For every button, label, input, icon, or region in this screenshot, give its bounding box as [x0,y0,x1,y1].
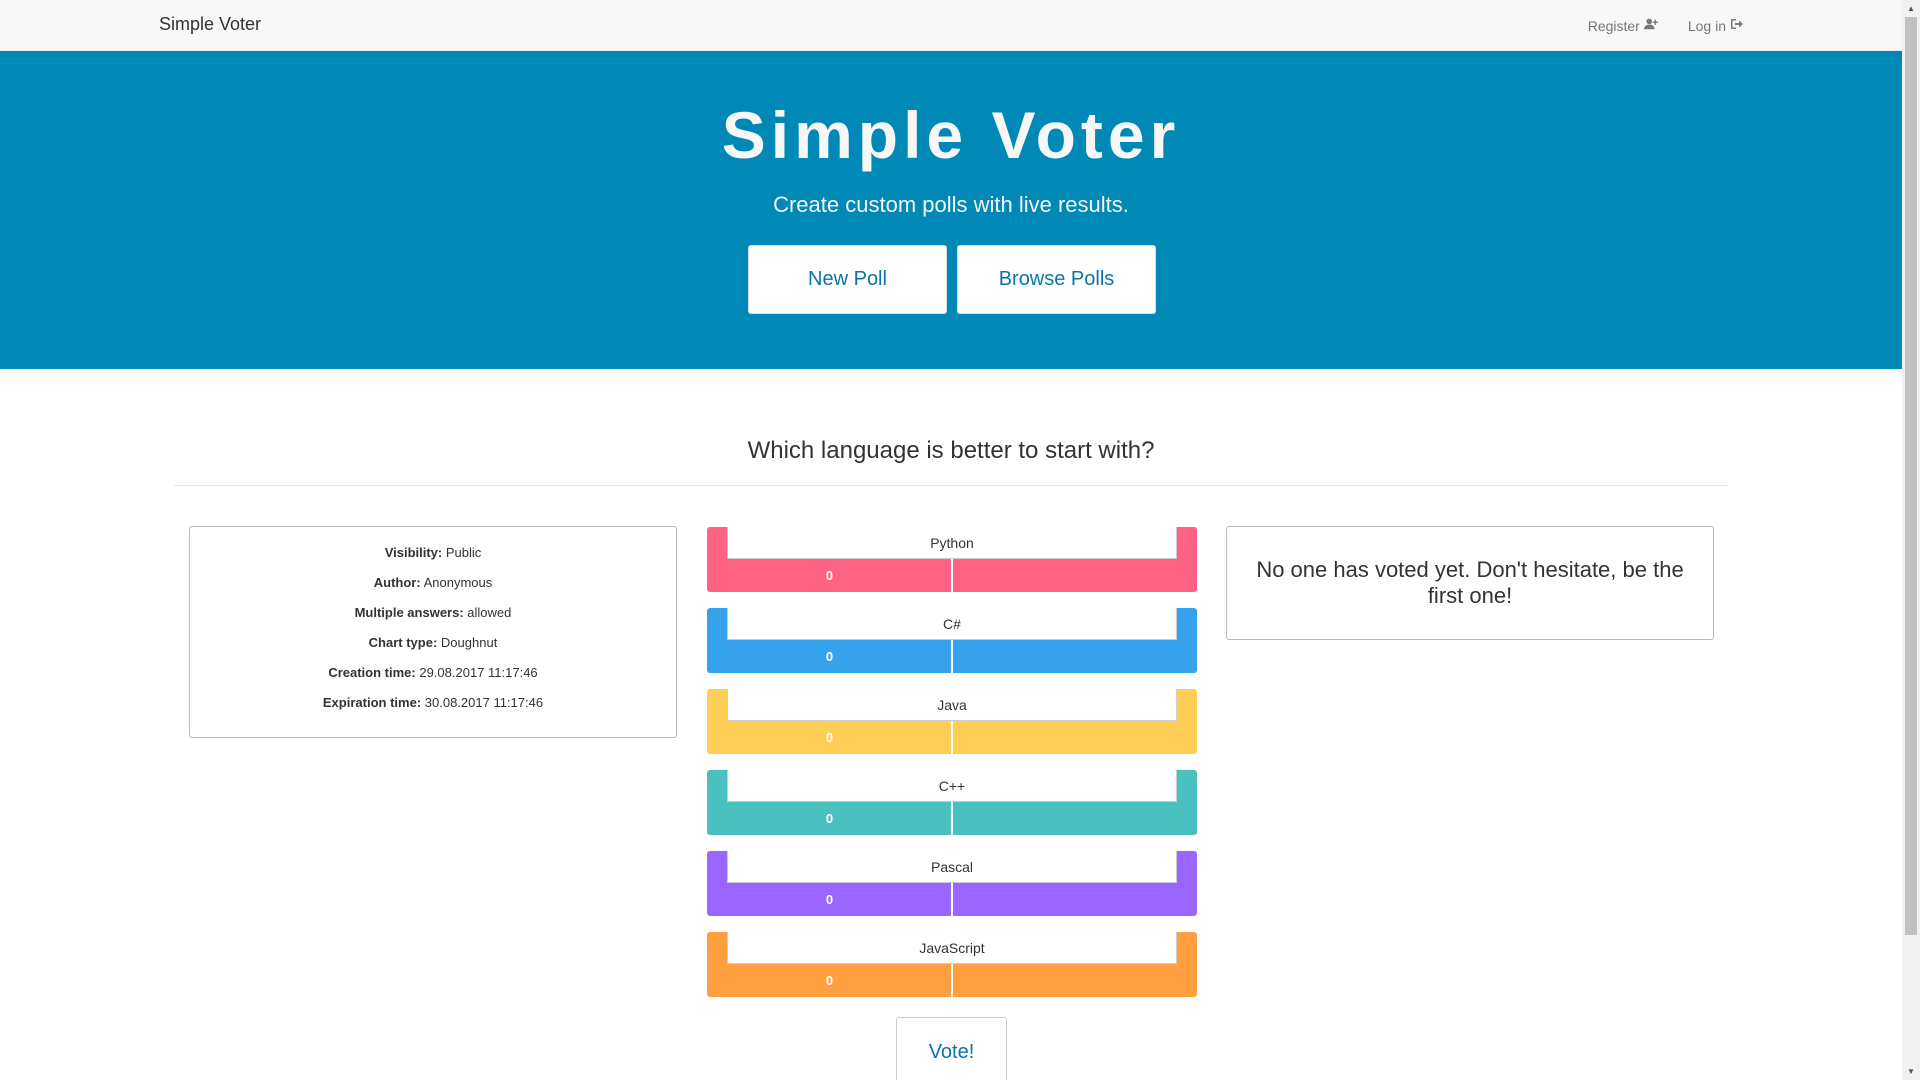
info-label: Chart type: [368,635,438,650]
option-vote-count: 0 [825,892,834,907]
info-label: Multiple answers: [354,605,464,620]
option-vote-count: 0 [825,730,834,745]
info-multiple-answers: Multiple answers: allowed [190,601,676,631]
option-divider [951,964,953,997]
brand-link[interactable]: Simple Voter [159,14,261,35]
divider [174,485,1728,486]
info-value: 29.08.2017 11:17:46 [419,665,538,680]
results-panel: No one has voted yet. Don't hesitate, be… [1226,526,1714,640]
sign-in-icon [1730,17,1744,34]
option-vote-count: 0 [825,568,834,583]
navbar: Simple Voter Register Log in [0,0,1902,51]
info-creation-time: Creation time: 29.08.2017 11:17:46 [190,661,676,691]
nav-links: Register Log in [1588,17,1744,34]
option-divider [951,559,953,592]
scroll-down-arrow-icon[interactable]: ▼ [1902,1063,1920,1080]
scrollbar[interactable]: ▲ ▼ [1902,0,1920,1080]
option-vote-count: 0 [825,649,834,664]
option-javascript[interactable]: JavaScript 0 [707,932,1197,997]
info-chart-type: Chart type: Doughnut [190,631,676,661]
user-plus-icon [1643,17,1658,34]
new-poll-button[interactable]: New Poll [748,245,947,314]
info-visibility: Visibility: Public [190,541,676,571]
login-label: Log in [1687,17,1726,34]
register-link[interactable]: Register [1588,17,1658,34]
option-divider [951,721,953,754]
info-value: Doughnut [440,635,498,650]
hero-banner: Simple Voter Create custom polls with li… [0,51,1902,369]
option-cpp[interactable]: C++ 0 [707,770,1197,835]
scroll-up-arrow-icon[interactable]: ▲ [1902,0,1920,17]
hero-title: Simple Voter [721,98,1181,172]
info-label: Expiration time: [322,695,422,710]
scrollbar-thumb[interactable] [1905,17,1917,935]
info-value: 30.08.2017 11:17:46 [424,695,544,710]
option-divider [951,802,953,835]
info-label: Creation time: [328,665,416,680]
register-label: Register [1587,17,1640,34]
poll-question: Which language is better to start with? [747,437,1155,464]
login-link[interactable]: Log in [1688,17,1744,34]
option-label: C# [727,608,1177,640]
info-value: Public [445,545,482,560]
option-label: C++ [727,770,1177,802]
option-label: JavaScript [727,932,1177,964]
option-python[interactable]: Python 0 [707,527,1197,592]
info-author: Author: Anonymous [190,571,676,601]
poll-options: Python 0 C# 0 Java 0 C++ 0 Pascal 0 Java… [707,527,1197,1013]
poll-info-card: Visibility: Public Author: Anonymous Mul… [189,526,677,738]
option-java[interactable]: Java 0 [707,689,1197,754]
info-value: Anonymous [423,575,493,590]
option-label: Java [727,689,1177,721]
browse-polls-button[interactable]: Browse Polls [957,245,1156,314]
info-label: Visibility: [384,545,443,560]
option-label: Pascal [727,851,1177,883]
option-label: Python [727,527,1177,559]
option-vote-count: 0 [825,811,834,826]
hero-subtitle: Create custom polls with live results. [773,192,1129,217]
info-label: Author: [373,575,421,590]
info-value: allowed [467,605,512,620]
no-votes-message: No one has voted yet. Don't hesitate, be… [1256,557,1684,608]
option-csharp[interactable]: C# 0 [707,608,1197,673]
option-divider [951,883,953,916]
option-divider [951,640,953,673]
info-expiration-time: Expiration time: 30.08.2017 11:17:46 [190,691,676,721]
option-pascal[interactable]: Pascal 0 [707,851,1197,916]
option-vote-count: 0 [825,973,834,988]
vote-button[interactable]: Vote! [896,1017,1007,1080]
